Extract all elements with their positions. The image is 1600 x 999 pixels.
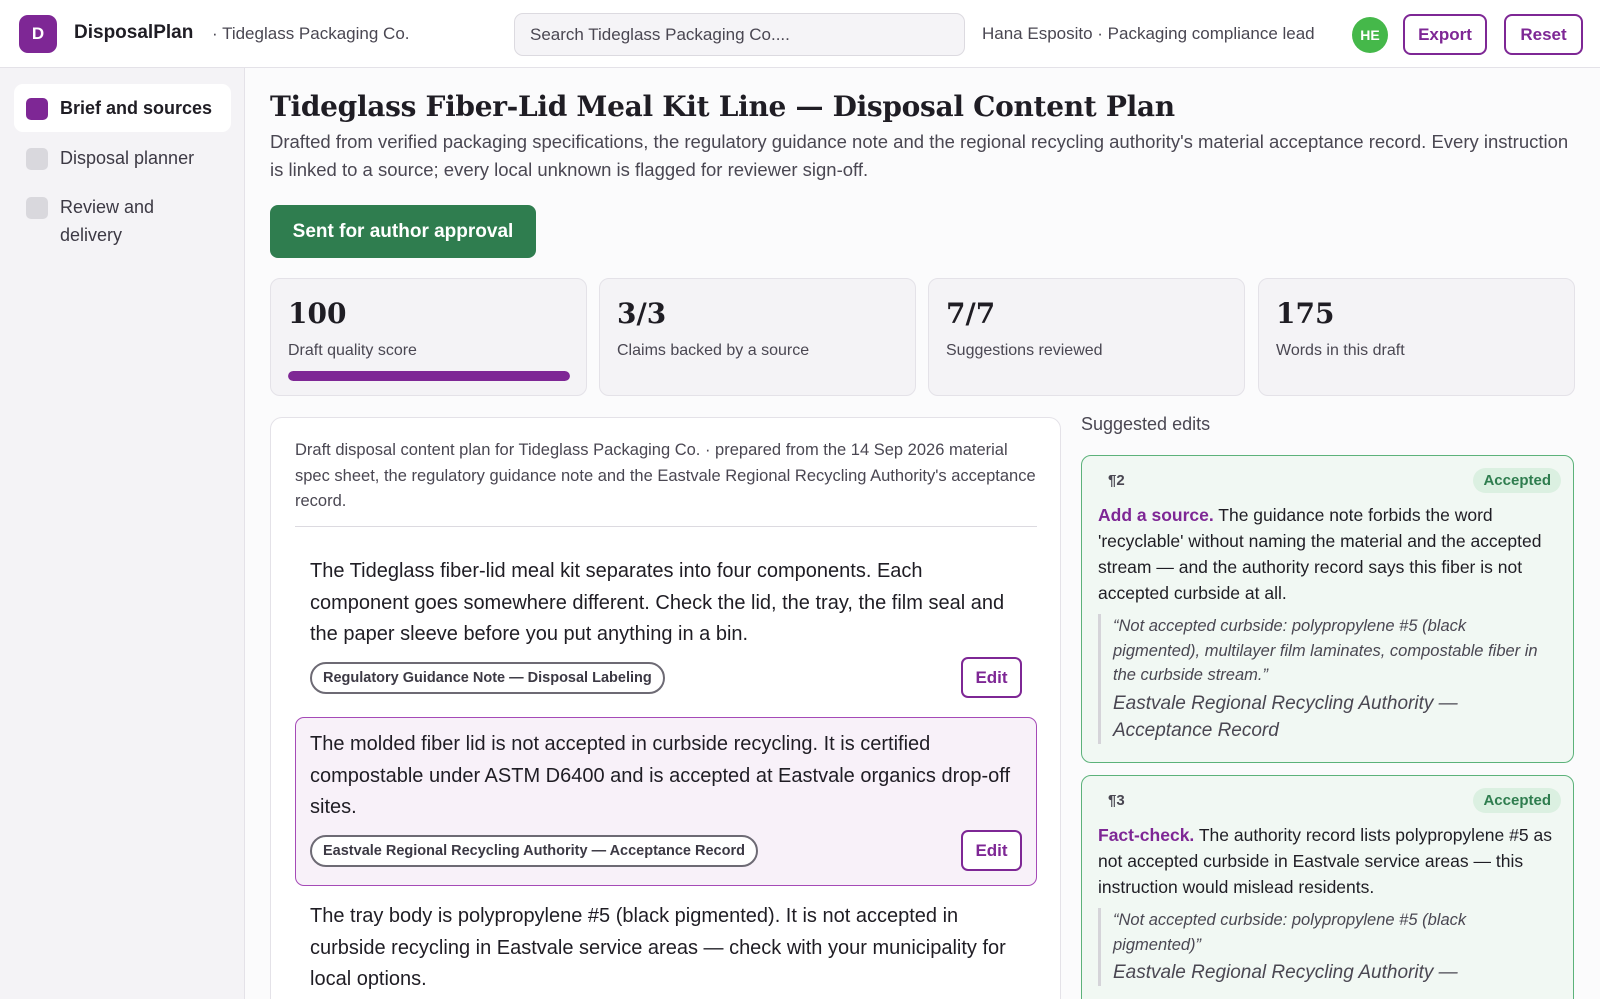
suggestion-card[interactable]: ¶3 Accepted Fact-check. The authority re…: [1081, 775, 1574, 999]
edit-button[interactable]: Edit: [961, 829, 1022, 871]
draft-panel: Draft disposal content plan for Tideglas…: [270, 417, 1061, 999]
export-button[interactable]: Export: [1403, 14, 1487, 55]
suggested-edits-heading: Suggested edits: [1081, 414, 1211, 434]
status-badge: Accepted: [1473, 468, 1561, 493]
stat-label: Words in this draft: [1276, 342, 1405, 359]
org-name: · Tideglass Packaging Co.: [212, 24, 410, 43]
sidebar-item-disposal-planner[interactable]: Disposal planner: [14, 134, 231, 182]
quote-text: “Not accepted curbside: polypropylene #5…: [1113, 617, 1538, 684]
source-chip[interactable]: Regulatory Guidance Note — Disposal Labe…: [310, 661, 665, 694]
draft-meta: Draft disposal content plan for Tideglas…: [295, 441, 1036, 510]
suggestion-kind: Fact-check.: [1098, 825, 1195, 845]
search-input[interactable]: [514, 13, 965, 56]
quote-source: Eastvale Regional Recycling Authority —: [1113, 962, 1458, 983]
author-approval-status-button[interactable]: Sent for author approval: [270, 205, 536, 258]
suggestion-kind: Add a source.: [1098, 505, 1214, 525]
avatar[interactable]: HE: [1352, 17, 1388, 53]
quality-progress-fill: [288, 371, 570, 381]
stat-claims-backed: 3/3 Claims backed by a source: [599, 278, 916, 396]
sidebar-item-brief-and-sources[interactable]: Brief and sources: [14, 84, 231, 132]
source-quote: “Not accepted curbside: polypropylene #5…: [1098, 908, 1557, 986]
stat-label: Suggestions reviewed: [946, 342, 1103, 359]
paragraph-text: The Tideglass fiber-lid meal kit separat…: [310, 560, 1005, 645]
suggestion-body: Fact-check. The authority record lists p…: [1098, 822, 1557, 900]
step-marker-icon: [26, 148, 48, 170]
sidebar-item-label: Brief and sources: [60, 98, 213, 118]
step-marker-icon: [26, 98, 48, 120]
sidebar-item-label: Review and delivery: [60, 197, 155, 245]
app-logo[interactable]: D: [19, 15, 57, 53]
source-quote: “Not accepted curbside: polypropylene #5…: [1098, 614, 1557, 744]
stat-value: 175: [1276, 297, 1335, 330]
paragraph-text: The tray body is polypropylene #5 (black…: [310, 905, 1006, 990]
step-marker-icon: [26, 197, 48, 219]
stat-label: Draft quality score: [288, 342, 417, 359]
page-subtitle: Drafted from verified packaging specific…: [270, 131, 1569, 180]
app-name[interactable]: DisposalPlan: [74, 22, 193, 44]
draft-paragraph-2[interactable]: The molded fiber lid is not accepted in …: [295, 717, 1037, 886]
sidebar-item-review-and-delivery[interactable]: Review and delivery: [14, 183, 231, 259]
sidebar-item-label: Disposal planner: [60, 148, 195, 168]
main-content: Tideglass Fiber-Lid Meal Kit Line — Disp…: [270, 68, 1575, 999]
top-bar: D DisposalPlan · Tideglass Packaging Co.…: [0, 0, 1600, 68]
stat-value: 7/7: [946, 297, 996, 330]
status-badge: Accepted: [1473, 788, 1561, 813]
draft-paragraph-1[interactable]: The Tideglass fiber-lid meal kit separat…: [295, 544, 1037, 713]
suggestion-body: Add a source. The guidance note forbids …: [1098, 502, 1557, 606]
stat-suggestions-reviewed: 7/7 Suggestions reviewed: [928, 278, 1245, 396]
paragraph-text: The molded fiber lid is not accepted in …: [310, 733, 1011, 818]
quote-text: “Not accepted curbside: polypropylene #5…: [1113, 911, 1467, 954]
edit-button[interactable]: Edit: [961, 656, 1022, 698]
stat-value: 100: [288, 297, 347, 330]
user-name-role: Hana Esposito · Packaging compliance lea…: [982, 24, 1315, 43]
stat-draft-quality: 100 Draft quality score: [270, 278, 587, 396]
paragraph-ref: ¶3: [1108, 792, 1125, 809]
quote-source: Eastvale Regional Recycling Authority — …: [1113, 692, 1458, 741]
suggestion-card[interactable]: ¶2 Accepted Add a source. The guidance n…: [1081, 455, 1574, 763]
stat-label: Claims backed by a source: [617, 342, 810, 359]
sidebar: Brief and sources Disposal planner Revie…: [0, 68, 245, 999]
page-title: Tideglass Fiber-Lid Meal Kit Line — Disp…: [270, 90, 1175, 123]
stat-value: 3/3: [617, 297, 667, 330]
stat-word-count: 175 Words in this draft: [1258, 278, 1575, 396]
source-chip[interactable]: Eastvale Regional Recycling Authority — …: [310, 834, 758, 867]
divider: [295, 526, 1037, 527]
quality-progress-bar: [288, 371, 570, 381]
paragraph-ref: ¶2: [1108, 472, 1125, 489]
reset-button[interactable]: Reset: [1504, 14, 1583, 55]
draft-paragraph-3[interactable]: The tray body is polypropylene #5 (black…: [295, 889, 1037, 999]
